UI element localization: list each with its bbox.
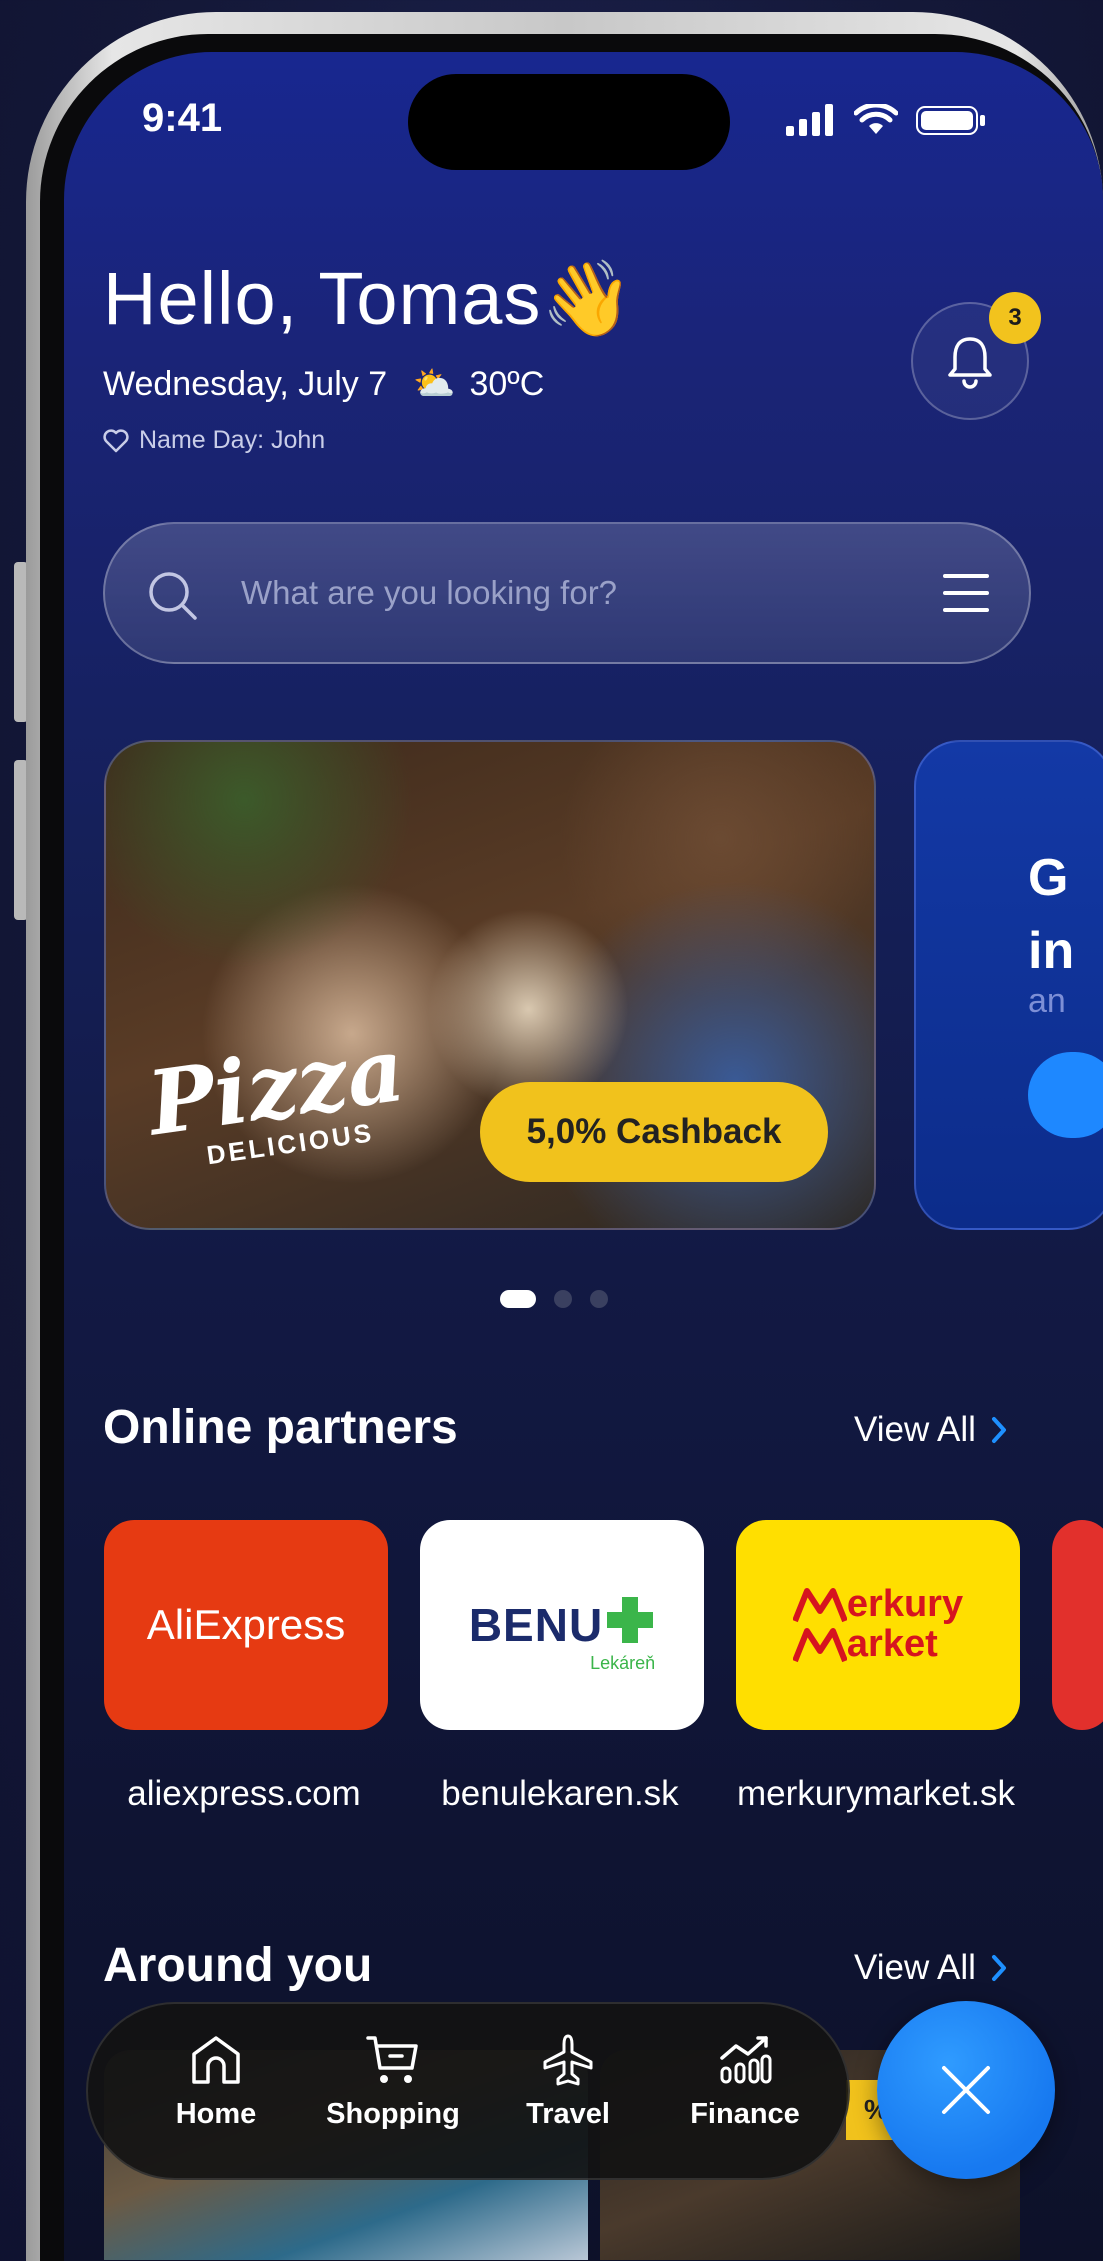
chevron-right-icon <box>991 1955 1006 1981</box>
search-icon <box>149 572 197 620</box>
banner-cta-button[interactable] <box>1028 1052 1103 1138</box>
partner-card-merkury[interactable]: erkury arket <box>736 1520 1020 1730</box>
close-icon <box>942 2066 990 2114</box>
signal-icon <box>786 104 833 136</box>
date-text: Wednesday, July 7 <box>103 364 388 403</box>
plane-icon <box>543 2034 593 2086</box>
battery-icon <box>916 106 985 135</box>
partner-label-merkury: merkurymarket.sk <box>736 1774 1016 1813</box>
nav-finance[interactable]: Finance <box>670 2034 820 2131</box>
merkury-m-icon <box>792 1588 847 1623</box>
date-weather-row: Wednesday, July 7 ⛅ 30ºC <box>103 364 544 404</box>
wifi-icon <box>854 104 898 134</box>
chevron-right-icon <box>991 1417 1006 1443</box>
nav-travel[interactable]: Travel <box>493 2034 643 2131</box>
cart-icon <box>366 2036 418 2083</box>
close-fab-button[interactable] <box>877 2001 1055 2179</box>
status-icons <box>786 104 986 136</box>
banner-title-partial: G in <box>1028 849 1075 980</box>
status-time: 9:41 <box>142 96 223 140</box>
nav-finance-label: Finance <box>690 2098 800 2130</box>
around-you-title: Around you <box>103 1939 373 1992</box>
merkury-market-logo: erkury arket <box>792 1584 963 1665</box>
banner-subtitle-partial: an <box>1028 982 1066 1020</box>
aliexpress-logo: AliExpress <box>146 1601 346 1648</box>
menu-icon[interactable] <box>943 572 989 614</box>
nav-home[interactable]: Home <box>141 2034 291 2131</box>
pizza-delicious-logo: Pizza DELICIOUS <box>141 1016 411 1171</box>
notification-count-badge: 3 <box>989 292 1041 344</box>
carousel-dot[interactable] <box>554 1290 572 1308</box>
merkury-m-icon <box>792 1627 847 1663</box>
view-all-label: View All <box>854 1948 976 1987</box>
pharmacy-cross-icon <box>607 1597 654 1643</box>
online-partners-view-all[interactable]: View All <box>854 1410 1008 1450</box>
cashback-badge[interactable]: 5,0% Cashback <box>480 1082 828 1182</box>
bell-icon <box>948 337 992 389</box>
nav-travel-label: Travel <box>526 2098 610 2130</box>
around-you-view-all[interactable]: View All <box>854 1948 1008 1988</box>
search-bar[interactable]: What are you looking for? <box>103 522 1031 664</box>
online-partners-title: Online partners <box>103 1401 458 1454</box>
search-input[interactable]: What are you looking for? <box>241 574 617 612</box>
weather-icon: ⛅ <box>413 365 456 403</box>
nav-home-label: Home <box>175 2098 257 2130</box>
temperature-text: 30ºC <box>469 364 545 403</box>
carousel-dot[interactable] <box>590 1290 608 1308</box>
partner-label-benu: benulekaren.sk <box>441 1774 679 1813</box>
chart-icon <box>720 2036 772 2084</box>
nav-shopping[interactable]: Shopping <box>318 2034 468 2131</box>
name-day-row: Name Day: John <box>103 426 325 455</box>
promo-banner-secondary[interactable]: G in an <box>914 740 1103 1230</box>
bottom-navigation: Home Shopping Travel Finance <box>86 2002 850 2180</box>
partner-card-benu[interactable]: BENU Lekáreň <box>420 1520 704 1730</box>
greeting-title: Hello, Tomas👋 <box>103 256 635 343</box>
partner-card-aliexpress[interactable]: AliExpress <box>104 1520 388 1730</box>
carousel-dot-active[interactable] <box>500 1290 536 1308</box>
greeting-text: Hello, Tomas <box>103 257 542 340</box>
benu-logo: BENU Lekáreň <box>469 1597 655 1673</box>
name-day-text: Name Day: John <box>139 426 326 454</box>
view-all-label: View All <box>854 1410 976 1449</box>
dynamic-island <box>408 74 730 170</box>
carousel-indicator <box>500 1290 608 1308</box>
partner-card-partial[interactable] <box>1052 1520 1103 1730</box>
nav-shopping-label: Shopping <box>326 2098 460 2130</box>
partner-label-aliexpress: aliexpress.com <box>127 1774 361 1813</box>
heart-icon <box>103 428 129 452</box>
wave-emoji-icon: 👋 <box>541 257 635 340</box>
promo-banner-pizza[interactable]: Pizza DELICIOUS 5,0% Cashback <box>104 740 876 1230</box>
home-icon <box>192 2036 240 2084</box>
